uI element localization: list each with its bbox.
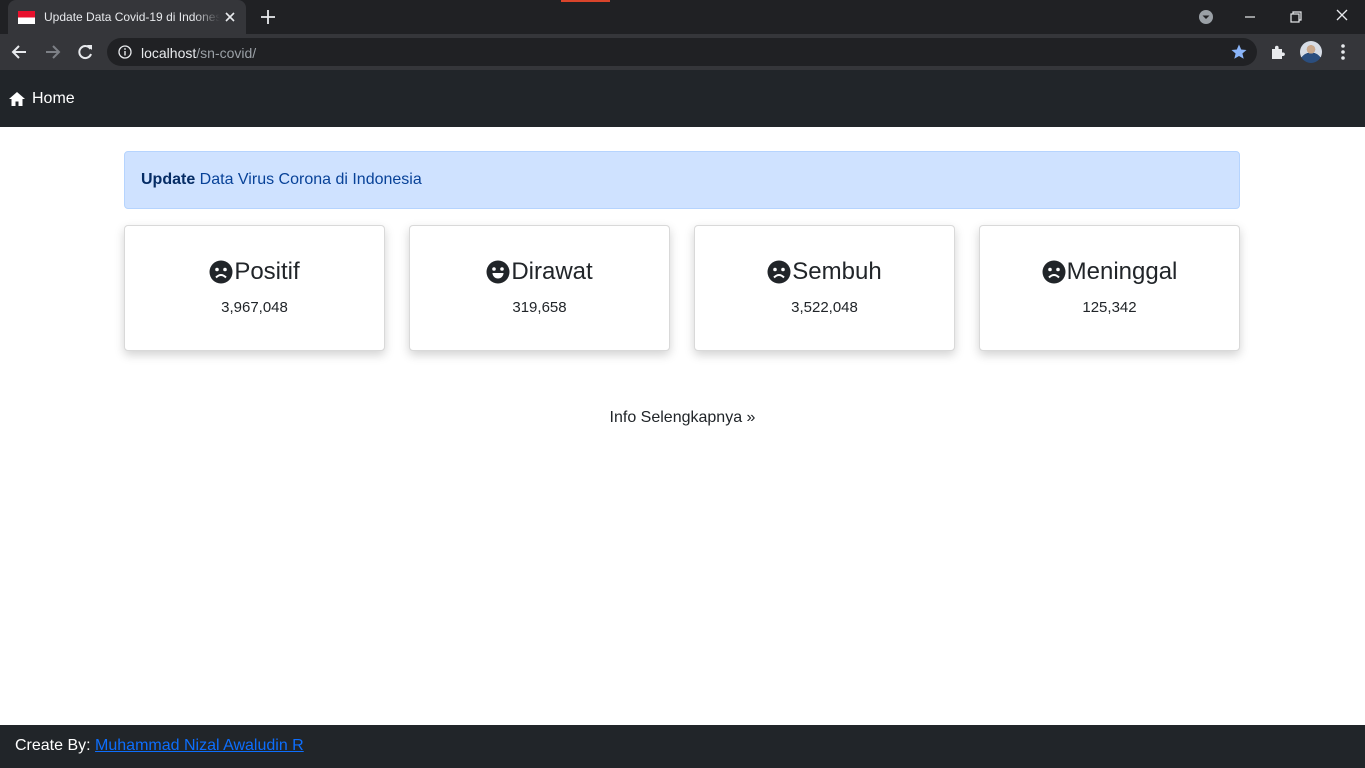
smile-face-icon <box>486 260 510 284</box>
extensions-puzzle-icon[interactable] <box>1269 43 1287 61</box>
sad-face-icon <box>767 260 791 284</box>
alert-bold-text: Update <box>141 171 196 188</box>
card-title-text: Dirawat <box>511 258 593 285</box>
card-dirawat: Dirawat 319,658 <box>409 225 670 351</box>
card-sembuh: Sembuh 3,522,048 <box>694 225 955 351</box>
minimize-icon[interactable] <box>1239 6 1261 28</box>
card-value: 3,522,048 <box>791 299 858 316</box>
close-tab-icon[interactable] <box>223 10 237 24</box>
card-title-text: Sembuh <box>792 258 882 285</box>
card-value: 125,342 <box>1082 299 1137 316</box>
url-path: /sn-covid/ <box>196 45 257 61</box>
profile-avatar[interactable] <box>1300 41 1322 63</box>
browser-menu-icon[interactable] <box>1334 42 1352 62</box>
close-window-icon[interactable] <box>1331 6 1353 28</box>
site-navbar: Home <box>0 70 1365 127</box>
card-title: Sembuh <box>695 258 954 286</box>
new-tab-icon[interactable] <box>259 8 277 26</box>
back-icon[interactable] <box>10 42 30 62</box>
author-link[interactable]: Muhammad Nizal Awaludin R <box>95 737 304 754</box>
alert-text: Data Virus Corona di Indonesia <box>195 171 422 188</box>
tab-title: Update Data Covid-19 di Indonesia <box>44 10 220 24</box>
address-bar[interactable]: localhost/sn-covid/ <box>107 38 1257 66</box>
bookmark-star-icon[interactable] <box>1230 43 1248 61</box>
sad-face-icon <box>1042 260 1066 284</box>
card-meninggal: Meninggal 125,342 <box>979 225 1240 351</box>
forward-icon[interactable] <box>42 42 62 62</box>
card-title: Positif <box>125 258 384 286</box>
card-value: 319,658 <box>512 299 567 316</box>
home-icon <box>9 92 25 106</box>
browser-tab-bar: Update Data Covid-19 di Indonesia <box>0 0 1365 34</box>
url-host: localhost <box>141 45 197 61</box>
site-footer: Create By: Muhammad Nizal Awaludin R <box>0 725 1365 768</box>
restore-icon[interactable] <box>1285 6 1307 28</box>
card-title-text: Positif <box>234 258 300 285</box>
card-title-text: Meninggal <box>1066 258 1178 285</box>
home-link[interactable]: Home <box>8 90 75 108</box>
more-info-link[interactable]: Info Selengkapnya » <box>0 409 1365 427</box>
update-alert: Update Data Virus Corona di Indonesia <box>124 151 1240 209</box>
card-title: Meninggal <box>980 258 1239 286</box>
card-title: Dirawat <box>410 258 669 286</box>
browser-toolbar: localhost/sn-covid/ <box>0 34 1365 70</box>
home-label: Home <box>32 90 75 107</box>
indonesia-flag-icon <box>18 10 35 24</box>
footer-label: Create By: <box>15 737 91 754</box>
url-text[interactable]: localhost/sn-covid/ <box>141 45 256 61</box>
reload-icon[interactable] <box>75 42 95 62</box>
tab-search-icon[interactable] <box>1195 6 1217 28</box>
sad-face-icon <box>209 260 233 284</box>
card-value: 3,967,048 <box>221 299 288 316</box>
site-info-icon[interactable] <box>118 45 132 59</box>
browser-tab[interactable]: Update Data Covid-19 di Indonesia <box>8 0 246 34</box>
recording-indicator <box>561 0 610 2</box>
card-positif: Positif 3,967,048 <box>124 225 385 351</box>
